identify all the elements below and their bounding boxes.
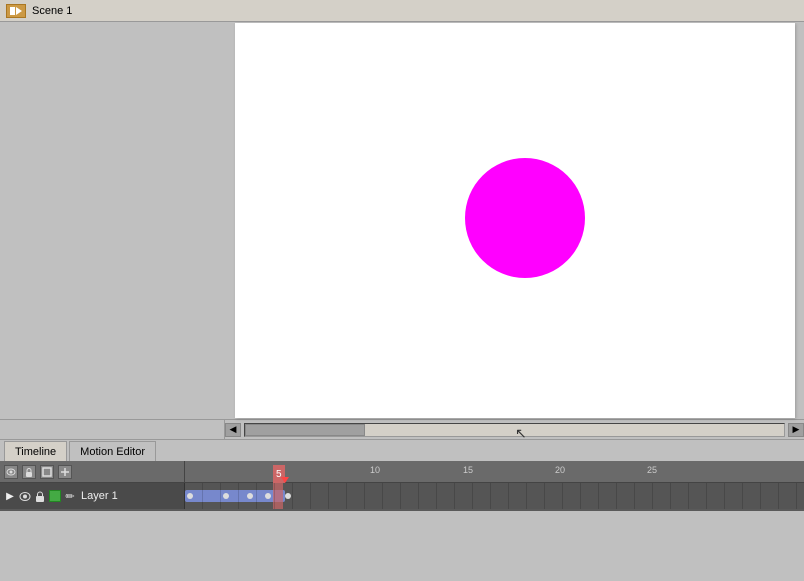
timeline-row: ▶ ✏ Layer 1 bbox=[0, 483, 804, 509]
layer-edit-icon[interactable]: ✏ bbox=[64, 490, 76, 502]
scroll-left-button[interactable]: ◀ bbox=[225, 423, 241, 437]
frame-grid bbox=[185, 483, 804, 509]
layer-expand-icon[interactable]: ▶ bbox=[4, 490, 16, 502]
tabs-bar: Timeline Motion Editor bbox=[0, 439, 804, 461]
timeline-controls-col bbox=[0, 461, 185, 482]
visibility-icon[interactable] bbox=[4, 465, 18, 479]
h-scrollbar-track[interactable]: ↖ bbox=[244, 423, 785, 437]
left-scroll-space bbox=[0, 420, 225, 439]
stage bbox=[235, 23, 795, 418]
tab-timeline[interactable]: Timeline bbox=[4, 441, 67, 461]
tab-motion-editor[interactable]: Motion Editor bbox=[69, 441, 156, 461]
ruler-mark-25: 25 bbox=[647, 465, 657, 475]
layer-visibility-icon[interactable] bbox=[19, 490, 31, 502]
timeline-ruler: 5 10 15 20 25 bbox=[185, 461, 804, 482]
title-bar: Scene 1 bbox=[0, 0, 804, 22]
add-layer-icon[interactable] bbox=[58, 465, 72, 479]
ruler-mark-10: 10 bbox=[370, 465, 380, 475]
frame-indicator: 5 bbox=[273, 462, 289, 483]
ruler-mark-20: 20 bbox=[555, 465, 565, 475]
frames-area bbox=[185, 483, 804, 509]
timeline-area: 5 10 15 20 25 ▶ bbox=[0, 461, 804, 511]
circle-object[interactable] bbox=[465, 158, 585, 278]
lock-icon[interactable] bbox=[22, 465, 36, 479]
layer-lock-icon[interactable] bbox=[34, 490, 46, 502]
ruler-mark-15: 15 bbox=[463, 465, 473, 475]
left-panel bbox=[0, 22, 225, 419]
title-bar-text: Scene 1 bbox=[32, 5, 72, 17]
scrollbar-area: ◀ ↖ ▶ bbox=[0, 419, 804, 439]
outline-icon[interactable] bbox=[40, 465, 54, 479]
layer-name: Layer 1 bbox=[81, 490, 118, 502]
layer-info: ▶ ✏ Layer 1 bbox=[0, 483, 185, 509]
h-scrollbar-thumb[interactable] bbox=[245, 424, 365, 436]
scroll-right-button[interactable]: ▶ bbox=[788, 423, 804, 437]
timeline-header: 5 10 15 20 25 bbox=[0, 461, 804, 483]
stage-container bbox=[225, 22, 804, 419]
scene-icon bbox=[6, 4, 26, 18]
layer-color-box[interactable] bbox=[49, 490, 61, 502]
cursor-indicator: ↖ bbox=[515, 425, 527, 433]
